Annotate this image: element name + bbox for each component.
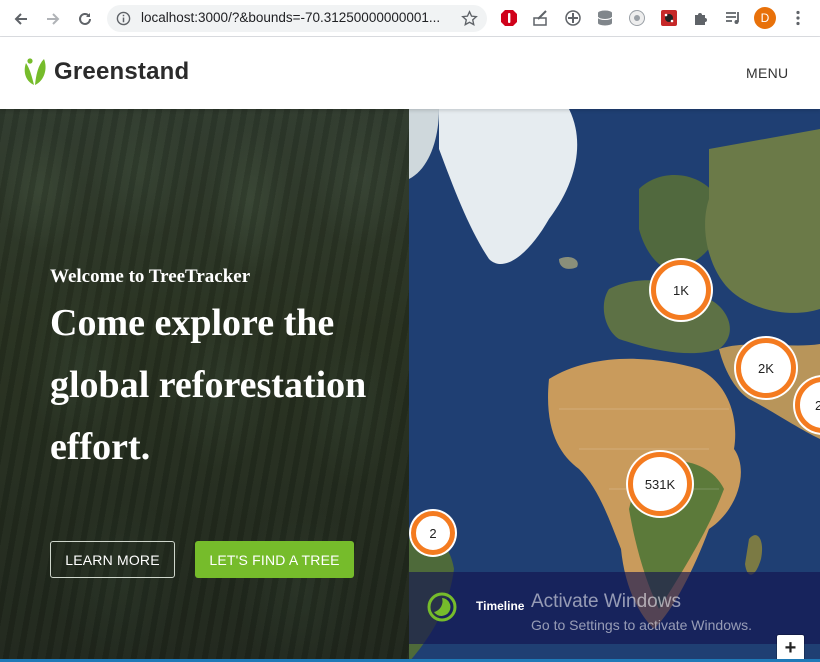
paint-icon[interactable] xyxy=(531,8,551,28)
media-control-icon[interactable] xyxy=(723,8,743,28)
profile-avatar[interactable]: D xyxy=(754,7,776,29)
hero-headline: Come explore the global reforestation ef… xyxy=(50,302,367,468)
find-tree-button[interactable]: LET'S FIND A TREE xyxy=(195,541,354,578)
learn-more-button[interactable]: LEARN MORE xyxy=(50,541,175,578)
browser-toolbar: localhost:3000/?&bounds=-70.312500000000… xyxy=(0,0,820,37)
tree-map[interactable]: 1K 2K 2 531K 2 Timeline + xyxy=(409,109,820,662)
hero-section: Welcome to TreeTracker Come explore the … xyxy=(0,109,409,662)
forward-arrow-icon xyxy=(47,13,60,25)
address-bar[interactable]: localhost:3000/?&bounds=-70.312500000000… xyxy=(107,5,487,32)
adblock-icon[interactable] xyxy=(499,8,519,28)
menu-button[interactable]: MENU xyxy=(746,65,788,81)
puzzle-icon[interactable] xyxy=(691,8,711,28)
timeline-icon[interactable] xyxy=(427,592,457,622)
leaf-logo-icon xyxy=(24,58,46,85)
zoom-in-button[interactable]: + xyxy=(777,635,804,662)
site-info-icon[interactable] xyxy=(116,11,131,26)
game-controller-icon[interactable] xyxy=(563,8,583,28)
site-header: Greenstand MENU xyxy=(0,37,820,109)
browser-icon[interactable] xyxy=(627,8,647,28)
watermark-title: Activate Windows xyxy=(531,591,681,612)
browser-menu-icon[interactable] xyxy=(788,8,808,28)
database-icon[interactable] xyxy=(595,8,615,28)
map-cluster-marker[interactable]: 531K xyxy=(628,452,692,516)
back-arrow-icon xyxy=(14,13,27,25)
map-cluster-marker[interactable]: 2 xyxy=(411,511,455,555)
greenstand-logo[interactable]: Greenstand xyxy=(22,57,189,87)
ladybug-icon[interactable] xyxy=(659,8,679,28)
map-cluster-marker[interactable]: 2K xyxy=(736,338,796,398)
url-text[interactable]: localhost:3000/?&bounds=-70.312500000000… xyxy=(141,10,457,25)
hero-copy: Welcome to TreeTracker Come explore the … xyxy=(50,266,380,478)
welcome-text: Welcome to TreeTracker xyxy=(50,266,251,287)
forward-button[interactable] xyxy=(40,6,66,32)
brand-name: Greenstand xyxy=(54,58,190,85)
bookmark-star-icon[interactable] xyxy=(461,10,478,27)
reload-button[interactable] xyxy=(72,6,98,32)
map-cluster-marker[interactable]: 1K xyxy=(651,260,711,320)
watermark-subtitle: Go to Settings to activate Windows. xyxy=(531,617,752,633)
timeline-label[interactable]: Timeline xyxy=(476,599,524,613)
activate-windows-watermark: Activate Windows Go to Settings to activ… xyxy=(531,591,752,633)
back-button[interactable] xyxy=(8,6,34,32)
reload-icon xyxy=(79,12,91,25)
